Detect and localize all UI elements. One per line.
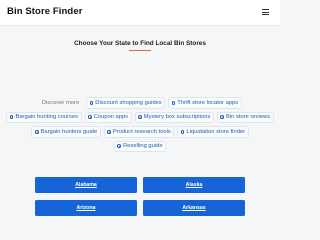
search-icon [180, 129, 185, 134]
heading-underline [129, 50, 151, 52]
search-icon [117, 144, 121, 149]
page-heading: Choose Your State to Find Local Bin Stor… [74, 40, 206, 47]
discover-chip-label: Thrift store locator apps [177, 99, 239, 106]
search-icon [9, 115, 14, 120]
search-icon [138, 115, 142, 120]
discover-chip[interactable]: Coupon apps [84, 111, 132, 123]
state-button-arizona[interactable]: Arizona [35, 200, 137, 216]
discover-chip-label: Bin store reviews [225, 114, 271, 121]
search-icon [88, 115, 92, 120]
state-button-arkansas[interactable]: Arkansas [143, 200, 245, 216]
discover-chip[interactable]: Bargain hunting courses [6, 111, 82, 123]
discover-chip[interactable]: Liquidation store finder [177, 126, 249, 138]
discover-chip-label: Mystery box subscriptions [143, 114, 211, 121]
search-icon [34, 129, 39, 134]
discover-chip[interactable]: Bin store reviews [216, 111, 274, 123]
top-navbar: Bin Store Finder [0, 0, 280, 26]
state-button-alabama[interactable]: Alabama [35, 177, 137, 193]
discover-chip-label: Bargain hunting courses [15, 114, 78, 121]
search-icon [107, 129, 111, 134]
discover-chip-label: Reselling guide [122, 143, 163, 150]
discover-chip[interactable]: Discount shopping guides [86, 97, 166, 109]
state-button-alaska[interactable]: Alaska [143, 177, 245, 193]
search-icon [171, 100, 176, 105]
discover-more-chips: Discover more Discount shopping guides Th… [6, 97, 274, 152]
discover-more-label: Discover more [41, 99, 80, 106]
discover-chip-label: Liquidation store finder [186, 128, 246, 135]
discover-chip[interactable]: Thrift store locator apps [168, 97, 242, 109]
hamburger-menu-icon[interactable] [262, 9, 269, 15]
search-icon [89, 100, 94, 105]
discover-chip[interactable]: Reselling guide [113, 140, 167, 152]
discover-chip[interactable]: Mystery box subscriptions [134, 111, 214, 123]
discover-chip-label: Coupon apps [93, 114, 129, 121]
discover-chip[interactable]: Bargain hunters guide [31, 126, 101, 138]
discover-chip[interactable]: Product research tools [103, 126, 175, 138]
site-title[interactable]: Bin Store Finder [7, 6, 83, 17]
discover-chip-label: Discount shopping guides [95, 99, 162, 106]
discover-chip-label: Product research tools [112, 128, 171, 135]
discover-chip-label: Bargain hunters guide [40, 128, 98, 135]
search-icon [220, 115, 224, 120]
